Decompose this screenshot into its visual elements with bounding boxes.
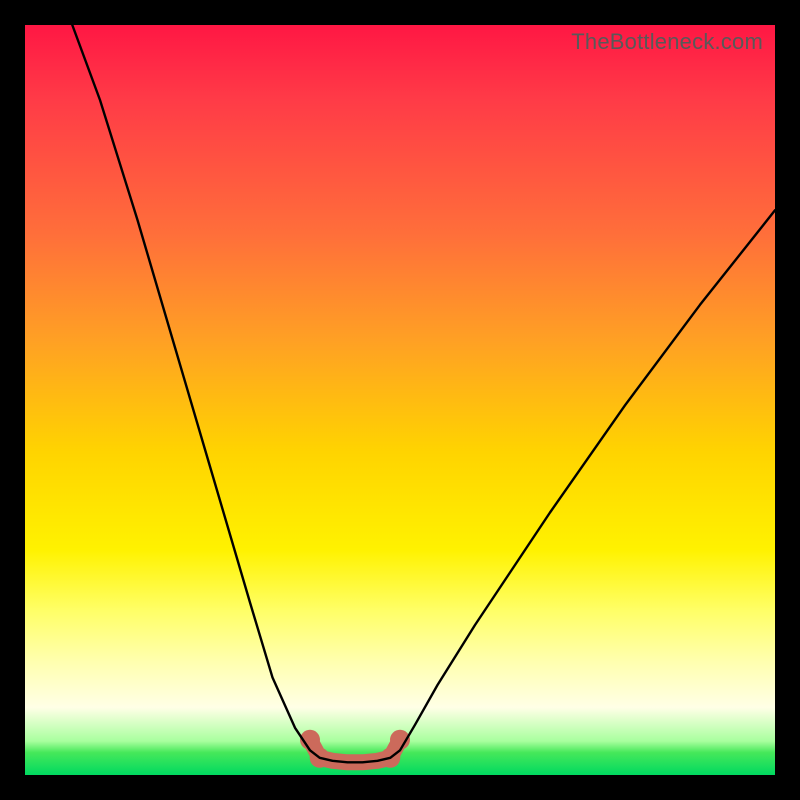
watermark-text: TheBottleneck.com (571, 29, 763, 55)
chart-svg (25, 25, 775, 775)
plot-frame: TheBottleneck.com (25, 25, 775, 775)
bottleneck-curve (72, 25, 775, 762)
